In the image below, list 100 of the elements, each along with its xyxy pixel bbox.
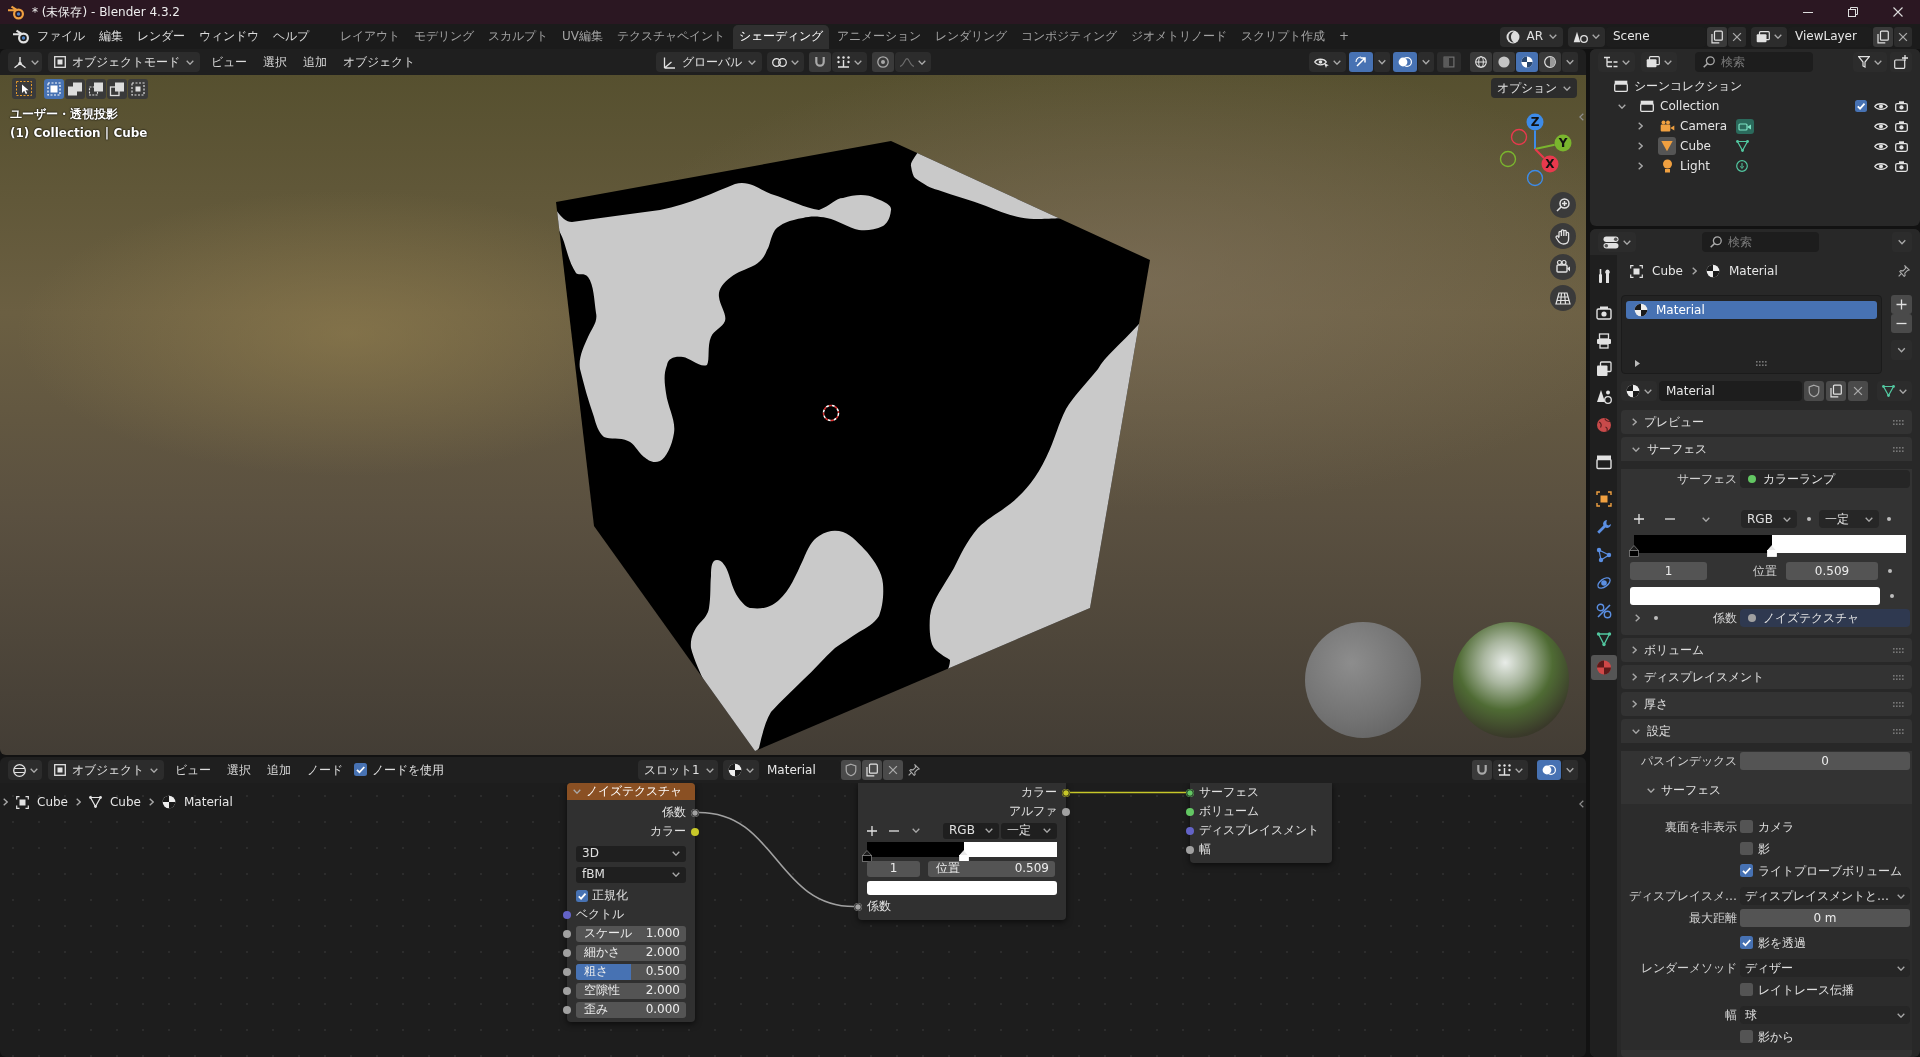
zoom-icon[interactable] xyxy=(1550,192,1576,218)
display-mode-button[interactable] xyxy=(1598,52,1635,72)
magnet-icon[interactable] xyxy=(809,52,831,72)
menu-item[interactable]: ノード xyxy=(302,762,348,778)
box-icon[interactable] xyxy=(1595,454,1612,470)
expand-triangle-icon[interactable] xyxy=(1635,359,1640,367)
editor-type-button[interactable] xyxy=(8,52,42,72)
magnet-icon[interactable] xyxy=(1472,760,1492,780)
interpolation-dropdown[interactable]: 一定 xyxy=(1819,510,1879,528)
dot-icon[interactable] xyxy=(1887,517,1891,521)
chevron-down-icon[interactable] xyxy=(1618,103,1626,109)
image-stack-icon[interactable] xyxy=(1595,361,1612,377)
dashed-square-icon[interactable] xyxy=(44,78,64,99)
orbit-icon[interactable] xyxy=(1595,575,1612,591)
plus-icon[interactable] xyxy=(1891,295,1912,314)
material-browse-button[interactable] xyxy=(1621,381,1657,401)
printer-icon[interactable] xyxy=(1595,333,1612,349)
circle-arrow-icon[interactable] xyxy=(1736,160,1748,172)
checkbox[interactable] xyxy=(1855,100,1867,112)
slot-dropdown[interactable]: スロット1 xyxy=(638,760,718,780)
minus-icon[interactable] xyxy=(889,829,899,832)
color-mode-dropdown[interactable]: RGB xyxy=(943,822,999,839)
blender-logo-icon[interactable] xyxy=(12,29,30,44)
dot-icon[interactable] xyxy=(1890,594,1894,598)
mode-dropdown[interactable]: オブジェクト xyxy=(48,760,164,780)
menu-item[interactable]: ビュー xyxy=(170,762,216,778)
interpolation-dropdown[interactable]: 一定 xyxy=(1001,822,1057,839)
plus-icon[interactable] xyxy=(867,825,877,836)
breadcrumb-item[interactable]: Material xyxy=(183,795,233,810)
menu-item[interactable]: レンダー xyxy=(130,26,192,47)
stop-handle[interactable] xyxy=(1767,545,1778,557)
menu-item[interactable]: ファイル xyxy=(30,26,92,47)
panel-header[interactable]: プレビュー xyxy=(1621,410,1912,434)
dot-icon[interactable] xyxy=(1654,616,1658,620)
socket-field[interactable]: カラーランプ xyxy=(1740,470,1910,488)
dots-icon[interactable] xyxy=(1595,547,1612,563)
editor-type-button[interactable] xyxy=(8,760,42,780)
color-ramp-bar[interactable] xyxy=(1634,535,1906,553)
checkbox[interactable] xyxy=(1740,820,1753,834)
chevron-right-icon[interactable] xyxy=(1638,122,1643,130)
shield-icon[interactable] xyxy=(1804,381,1824,401)
circles-slash-icon[interactable] xyxy=(1595,603,1612,619)
dropdown[interactable]: 3D xyxy=(576,845,686,862)
socket-dot[interactable] xyxy=(563,910,571,919)
material-browse-button[interactable] xyxy=(723,760,759,780)
grip-icon[interactable] xyxy=(1756,360,1767,366)
chevron-down-icon[interactable] xyxy=(1702,516,1710,522)
panel-header[interactable]: 厚さ xyxy=(1621,692,1912,716)
overlapping-squares-icon[interactable] xyxy=(86,78,106,99)
menu-item[interactable]: ウィンドウ xyxy=(192,26,266,47)
socket-dot[interactable] xyxy=(563,967,571,976)
socket-dot[interactable] xyxy=(691,827,699,836)
socket-dot[interactable] xyxy=(1748,475,1756,483)
chevron-right-icon[interactable] xyxy=(1635,614,1640,622)
camera-icon[interactable] xyxy=(1736,118,1754,134)
triangle-mesh-icon[interactable] xyxy=(1736,140,1749,152)
chevron-down-icon[interactable] xyxy=(1562,52,1578,72)
chevron-right-icon[interactable] xyxy=(1638,142,1643,150)
workspace-tab[interactable]: コンポジティング xyxy=(1015,24,1123,49)
slider-field[interactable]: 粗さ 0.500 xyxy=(576,963,686,980)
filter-button[interactable] xyxy=(1853,52,1887,72)
workspace-tab[interactable]: レイアウト xyxy=(334,24,406,49)
editor-type-button[interactable] xyxy=(1598,232,1636,252)
orientation-dropdown[interactable]: グローバル xyxy=(656,52,762,72)
chevron-down-icon[interactable] xyxy=(912,828,920,833)
menu-item[interactable]: ヘルプ xyxy=(266,26,316,47)
panel-header[interactable]: ディスプレイスメント xyxy=(1621,665,1912,689)
checkbox-label[interactable]: 正規化 xyxy=(592,888,628,903)
checkbox-label[interactable]: カメラ xyxy=(1758,819,1794,835)
socket-dot[interactable] xyxy=(854,902,862,911)
menu-item[interactable]: 編集 xyxy=(92,26,130,47)
panel-header[interactable]: サーフェス xyxy=(1621,437,1912,461)
workspace-tab[interactable]: ジオメトリノード xyxy=(1125,24,1233,49)
breadcrumb-item[interactable]: Cube xyxy=(37,795,68,810)
camera-back-icon[interactable] xyxy=(1595,305,1612,321)
checkbox[interactable] xyxy=(576,889,588,902)
socket-dot[interactable] xyxy=(1186,788,1194,797)
menu-item[interactable]: 選択 xyxy=(222,762,256,778)
box-icon[interactable] xyxy=(1614,80,1628,92)
panel-header[interactable]: 設定 xyxy=(1621,719,1912,743)
number-field[interactable]: 0 m xyxy=(1740,909,1910,927)
dropdown[interactable]: 球 xyxy=(1740,1006,1910,1024)
socket-dot[interactable] xyxy=(1062,807,1070,816)
camera-icon[interactable] xyxy=(1895,120,1908,132)
hand-icon[interactable] xyxy=(1550,223,1576,249)
snap-target-dropdown[interactable] xyxy=(1493,760,1528,780)
plus-icon[interactable] xyxy=(1634,514,1644,524)
axis-handle[interactable]: Z xyxy=(1526,113,1544,150)
workspace-tab[interactable]: アニメーション xyxy=(831,24,927,49)
eye-icon[interactable] xyxy=(1874,101,1888,111)
dot-icon[interactable] xyxy=(1888,569,1892,573)
outliner-item[interactable]: Cube xyxy=(1680,138,1730,154)
menu-item[interactable]: 追加 xyxy=(262,762,296,778)
number-field[interactable]: 位置 0.509 xyxy=(928,860,1055,877)
box-icon[interactable] xyxy=(1640,100,1654,112)
checkbox[interactable] xyxy=(354,763,367,777)
overlapping-squares-icon[interactable] xyxy=(65,78,85,99)
panel-header[interactable]: ボリューム xyxy=(1621,638,1912,662)
checkbox[interactable] xyxy=(1740,1030,1753,1044)
menu-item[interactable]: 選択 xyxy=(258,54,292,70)
